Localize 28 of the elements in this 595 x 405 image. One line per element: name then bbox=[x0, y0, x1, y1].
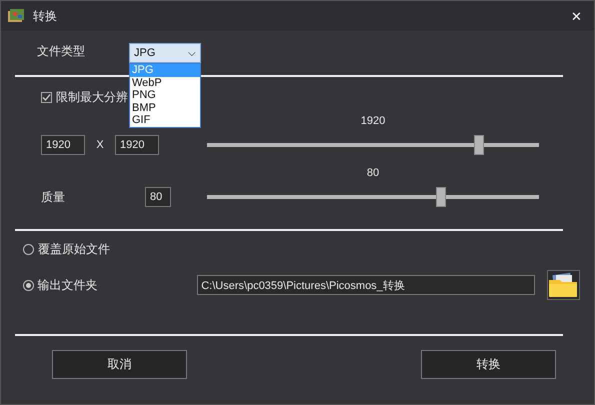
checkbox[interactable] bbox=[41, 92, 52, 102]
dialog-button[interactable]: 转换 bbox=[421, 350, 556, 379]
dropdown-option[interactable]: WebP bbox=[130, 76, 200, 89]
radio-button[interactable] bbox=[23, 244, 34, 254]
radio-label: 输出文件夹 bbox=[38, 276, 99, 294]
slider-thumb[interactable] bbox=[436, 187, 446, 207]
window-title: 转换 bbox=[33, 8, 58, 24]
quality-reading: 80 bbox=[366, 167, 380, 179]
times-label: X bbox=[95, 139, 105, 151]
quality-label: 质量 bbox=[41, 188, 65, 206]
output-path-field[interactable]: C:\Users\pc0359\Pictures\Picosmos_转换 bbox=[197, 275, 535, 295]
dropdown-option[interactable]: BMP bbox=[130, 102, 200, 114]
radio-label: 覆盖原始文件 bbox=[38, 240, 111, 258]
height-field[interactable]: 1920 bbox=[115, 135, 159, 155]
app-icon bbox=[7, 8, 25, 24]
slider-thumb[interactable] bbox=[474, 135, 484, 155]
width-field[interactable]: 1920 bbox=[41, 135, 85, 155]
radio-button[interactable] bbox=[23, 280, 34, 290]
file-type-label: 文件类型 bbox=[37, 43, 85, 60]
dialog-button[interactable]: 取消 bbox=[52, 350, 187, 379]
resolution-reading: 1920 bbox=[360, 115, 386, 127]
close-button[interactable]: ✕ bbox=[565, 8, 588, 24]
dropdown-option[interactable]: PNG bbox=[130, 89, 200, 102]
browse-button[interactable] bbox=[546, 270, 580, 300]
dropdown-option[interactable]: GIF bbox=[130, 114, 200, 126]
limit-resolution-label: 限制最大分辨 bbox=[56, 88, 128, 106]
file-type-dropdown[interactable]: JPG ⌵ bbox=[129, 43, 201, 63]
quality-field[interactable]: 80 bbox=[145, 187, 171, 207]
